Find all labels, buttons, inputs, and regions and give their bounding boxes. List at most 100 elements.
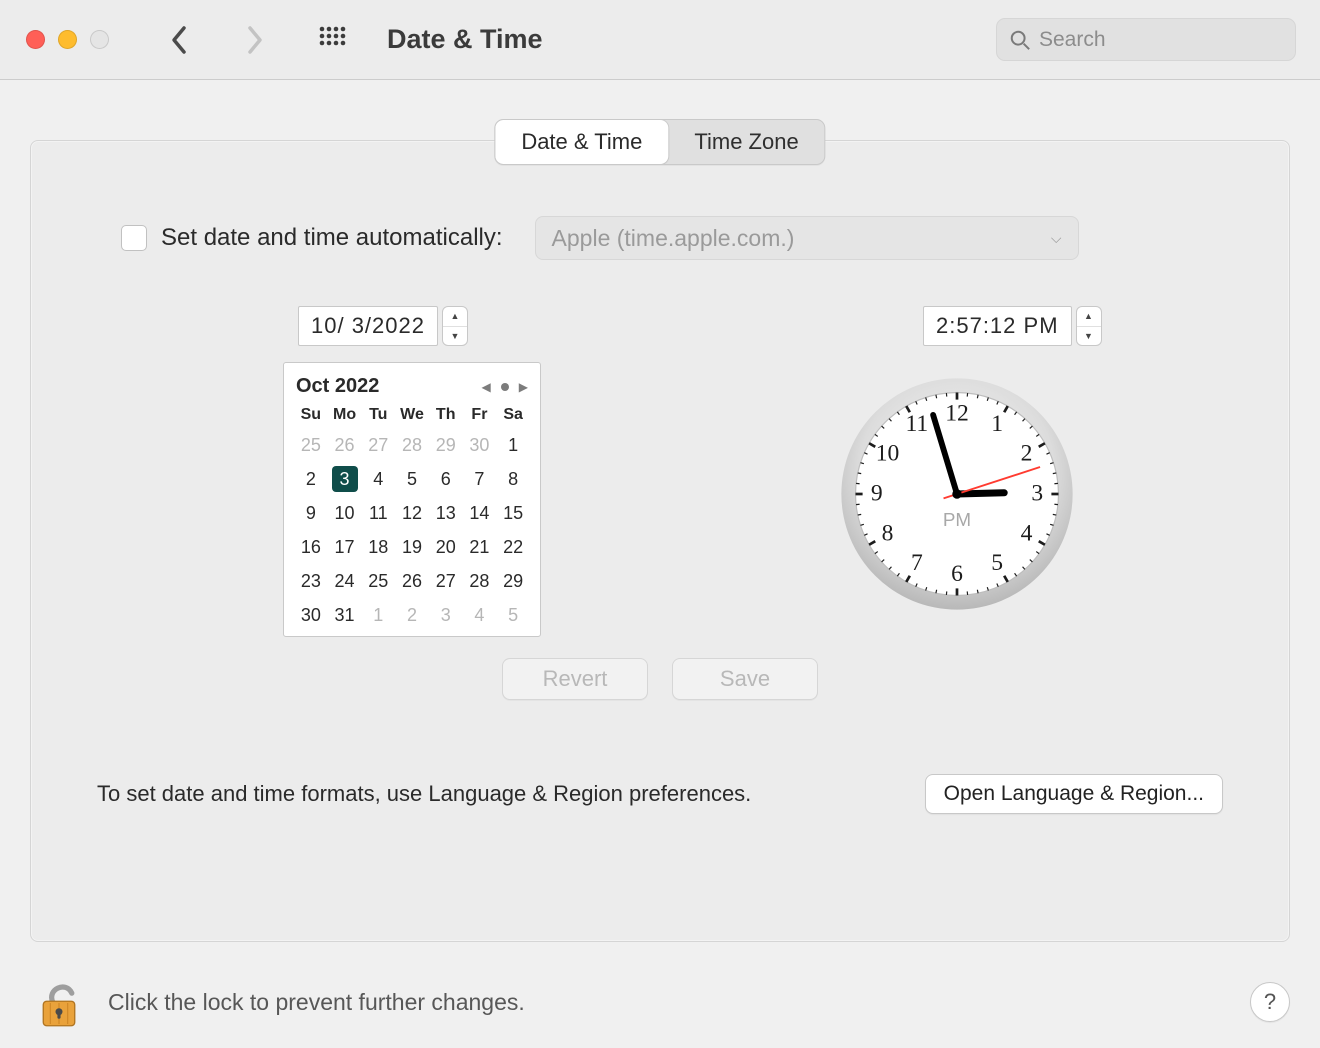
calendar-day[interactable]: 26 xyxy=(395,568,429,594)
stepper-up-icon[interactable]: ▲ xyxy=(1077,307,1101,327)
calendar-day[interactable]: 3 xyxy=(328,466,362,492)
calendar-day[interactable]: 13 xyxy=(429,500,463,526)
svg-text:PM: PM xyxy=(943,509,971,530)
calendar-day[interactable]: 5 xyxy=(395,466,429,492)
calendar-day[interactable]: 8 xyxy=(496,466,530,492)
calendar-prev-month[interactable]: ◀ xyxy=(482,380,491,394)
tabs: Date & Time Time Zone xyxy=(494,119,825,165)
save-button[interactable]: Save xyxy=(672,658,818,700)
auto-time-checkbox[interactable] xyxy=(121,225,147,251)
revert-button[interactable]: Revert xyxy=(502,658,648,700)
calendar-dow: Su xyxy=(294,406,328,424)
calendar-day: 25 xyxy=(294,432,328,458)
calendar-day[interactable]: 14 xyxy=(463,500,497,526)
calendar-next-month[interactable]: ▶ xyxy=(519,380,528,394)
chevron-down-icon: ⌵ xyxy=(1051,230,1062,247)
calendar-day[interactable]: 15 xyxy=(496,500,530,526)
auto-time-label: Set date and time automatically: xyxy=(161,224,503,252)
show-all-prefs-button[interactable] xyxy=(315,22,351,58)
calendar-day[interactable]: 27 xyxy=(429,568,463,594)
calendar-dow: Mo xyxy=(328,406,362,424)
window-title: Date & Time xyxy=(387,24,996,55)
calendar-grid: SuMoTuWeThFrSa25262728293012345678910111… xyxy=(294,406,530,628)
calendar-day[interactable]: 7 xyxy=(463,466,497,492)
svg-text:3: 3 xyxy=(1031,481,1043,507)
date-field[interactable]: 10/ 3/2022 xyxy=(298,306,438,346)
calendar-day: 1 xyxy=(361,602,395,628)
svg-text:10: 10 xyxy=(876,440,900,466)
stepper-down-icon[interactable]: ▼ xyxy=(1077,327,1101,346)
calendar-day: 4 xyxy=(463,602,497,628)
calendar-day[interactable]: 22 xyxy=(496,534,530,560)
time-server-select[interactable]: Apple (time.apple.com.) ⌵ xyxy=(535,216,1079,260)
open-language-region-button[interactable]: Open Language & Region... xyxy=(925,774,1223,814)
prefs-nav-buttons xyxy=(169,22,265,58)
calendar-dow: Th xyxy=(429,406,463,424)
stepper-up-icon[interactable]: ▲ xyxy=(443,307,467,327)
svg-text:6: 6 xyxy=(951,561,963,587)
time-stepper-arrows[interactable]: ▲ ▼ xyxy=(1076,306,1102,346)
time-field[interactable]: 2:57:12 PM xyxy=(923,306,1072,346)
svg-text:2: 2 xyxy=(1021,440,1033,466)
calendar-day: 2 xyxy=(395,602,429,628)
calendar-day[interactable]: 1 xyxy=(496,432,530,458)
calendar-day[interactable]: 29 xyxy=(496,568,530,594)
calendar-day[interactable]: 18 xyxy=(361,534,395,560)
calendar-day[interactable]: 9 xyxy=(294,500,328,526)
calendar-day[interactable]: 31 xyxy=(328,602,362,628)
calendar-day: 3 xyxy=(429,602,463,628)
svg-text:11: 11 xyxy=(906,411,929,437)
traffic-lights xyxy=(26,30,109,49)
time-stepper[interactable]: 2:57:12 PM ▲ ▼ xyxy=(923,306,1291,346)
calendar-day: 28 xyxy=(395,432,429,458)
window-minimize-button[interactable] xyxy=(58,30,77,49)
calendar-day[interactable]: 25 xyxy=(361,568,395,594)
calendar-dow: Fr xyxy=(463,406,497,424)
calendar-day[interactable]: 17 xyxy=(328,534,362,560)
date-stepper-arrows[interactable]: ▲ ▼ xyxy=(442,306,468,346)
lock-button[interactable] xyxy=(30,973,88,1031)
calendar-day[interactable]: 19 xyxy=(395,534,429,560)
svg-text:8: 8 xyxy=(882,521,894,547)
tab-date-time[interactable]: Date & Time xyxy=(495,120,668,164)
calendar-day[interactable]: 11 xyxy=(361,500,395,526)
calendar-day[interactable]: 24 xyxy=(328,568,362,594)
svg-text:4: 4 xyxy=(1021,521,1033,547)
calendar-day[interactable]: 10 xyxy=(328,500,362,526)
calendar-day[interactable]: 20 xyxy=(429,534,463,560)
date-stepper[interactable]: 10/ 3/2022 ▲ ▼ xyxy=(298,306,851,346)
forward-button xyxy=(243,22,265,58)
calendar-day: 27 xyxy=(361,432,395,458)
help-button[interactable]: ? xyxy=(1250,982,1290,1022)
svg-text:5: 5 xyxy=(991,550,1003,576)
calendar-day[interactable]: 2 xyxy=(294,466,328,492)
search-field[interactable]: Search xyxy=(996,18,1296,61)
language-region-row: To set date and time formats, use Langua… xyxy=(97,774,1223,814)
calendar-day[interactable]: 21 xyxy=(463,534,497,560)
calendar-day[interactable]: 28 xyxy=(463,568,497,594)
analog-clock: 121234567891011 PM xyxy=(839,376,1075,612)
calendar-day: 30 xyxy=(463,432,497,458)
language-region-hint: To set date and time formats, use Langua… xyxy=(97,781,751,807)
calendar: Oct 2022 ◀ ▶ SuMoTuWeThFrSa2526272829301… xyxy=(283,362,541,637)
auto-time-row: Set date and time automatically: Apple (… xyxy=(121,216,1119,260)
lock-hint: Click the lock to prevent further change… xyxy=(108,989,525,1016)
calendar-day[interactable]: 12 xyxy=(395,500,429,526)
calendar-nav: ◀ ▶ xyxy=(482,380,528,394)
stepper-down-icon[interactable]: ▼ xyxy=(443,327,467,346)
back-button[interactable] xyxy=(169,22,191,58)
tab-time-zone[interactable]: Time Zone xyxy=(668,120,824,164)
calendar-day[interactable]: 23 xyxy=(294,568,328,594)
calendar-today-button[interactable] xyxy=(501,383,509,391)
calendar-day[interactable]: 6 xyxy=(429,466,463,492)
calendar-day: 26 xyxy=(328,432,362,458)
calendar-day[interactable]: 4 xyxy=(361,466,395,492)
calendar-header: Oct 2022 ◀ ▶ xyxy=(294,371,530,406)
svg-text:7: 7 xyxy=(911,550,923,576)
window-zoom-button[interactable] xyxy=(90,30,109,49)
calendar-day[interactable]: 16 xyxy=(294,534,328,560)
calendar-month-year: Oct 2022 xyxy=(296,375,379,398)
calendar-day[interactable]: 30 xyxy=(294,602,328,628)
time-server-value: Apple (time.apple.com.) xyxy=(552,225,795,252)
window-close-button[interactable] xyxy=(26,30,45,49)
